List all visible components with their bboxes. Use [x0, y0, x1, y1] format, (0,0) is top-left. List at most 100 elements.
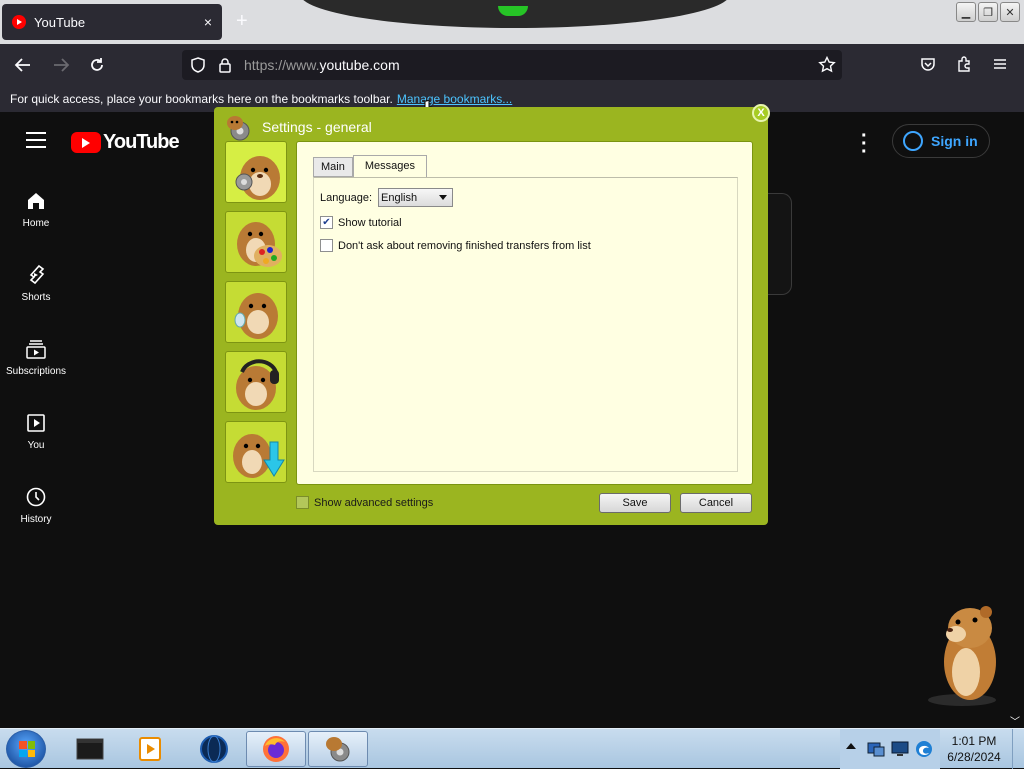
category-sidebar: [225, 141, 287, 491]
shorts-icon: [29, 264, 45, 285]
sign-in-label: Sign in: [931, 133, 978, 149]
taskbar-clock[interactable]: 1:01 PM 6/28/2024: [944, 733, 1004, 765]
minimize-button[interactable]: ▁: [956, 2, 976, 22]
sidebar-item-you[interactable]: You: [0, 412, 72, 451]
hamster-gear-icon: [235, 156, 280, 200]
pocket-icon[interactable]: [920, 56, 936, 72]
hamster-mascot[interactable]: [920, 600, 1010, 710]
back-arrow-icon[interactable]: [14, 56, 32, 74]
gear-hamster-app-icon: [326, 737, 350, 762]
language-select[interactable]: English: [378, 188, 453, 207]
category-general-tile[interactable]: [225, 141, 287, 203]
browser-tab-youtube[interactable]: YouTube ×: [2, 4, 222, 40]
settings-panel: Main Messages Language: English ✔ Show t…: [296, 141, 753, 485]
category-connection-tile[interactable]: [225, 281, 287, 343]
settings-dialog: Settings - general X Main Messages Langu…: [214, 104, 770, 525]
address-bar[interactable]: https://www.youtube.com: [182, 50, 842, 80]
tab-title: YouTube: [34, 14, 86, 30]
category-appearance-tile[interactable]: [225, 211, 287, 273]
youtube-logo[interactable]: YouTube: [71, 131, 180, 154]
sidebar-item-home[interactable]: Home: [0, 190, 72, 229]
taskbar-media-player[interactable]: [120, 731, 180, 767]
home-icon: [28, 193, 44, 209]
messages-tab-body: Language: English ✔ Show tutorial Don't …: [313, 177, 738, 472]
category-download-tile[interactable]: [225, 421, 287, 483]
sidebar-item-shorts[interactable]: Shorts: [0, 264, 72, 303]
monitor-icon[interactable]: [890, 739, 910, 759]
save-button[interactable]: Save: [599, 493, 671, 513]
sidebar-item-label: Home: [22, 218, 50, 229]
hamster-mouse-icon: [234, 293, 278, 339]
edge-icon[interactable]: [914, 739, 934, 759]
manage-bookmarks-link[interactable]: Manage bookmarks...: [397, 92, 512, 106]
url-prefix: https://www.: [244, 57, 320, 73]
hamster-palette-icon: [237, 222, 282, 267]
advanced-settings-checkbox[interactable]: [296, 496, 309, 509]
sidebar-item-label: You: [27, 440, 45, 451]
clock-time: 1:01 PM: [951, 734, 997, 748]
dont-ask-checkbox[interactable]: [320, 239, 333, 252]
category-sound-tile[interactable]: [225, 351, 287, 413]
shield-icon[interactable]: [190, 57, 206, 73]
taskbar-terminal[interactable]: [60, 731, 120, 767]
history-icon: [26, 487, 46, 507]
language-row: Language: English: [320, 188, 453, 207]
show-tutorial-checkbox[interactable]: ✔: [320, 216, 333, 229]
tab-messages[interactable]: Messages: [352, 155, 427, 178]
youtube-guide-menu-icon[interactable]: [26, 132, 46, 153]
windows-logo-icon: [19, 741, 35, 757]
tab-close-icon[interactable]: ×: [204, 14, 212, 30]
start-button[interactable]: [6, 730, 46, 768]
subscriptions-icon: [26, 340, 46, 359]
taskbar-globe-app[interactable]: [184, 731, 244, 767]
forward-arrow-icon[interactable]: [52, 56, 70, 74]
hamburger-menu-icon[interactable]: [992, 56, 1008, 72]
taskbar-firefox[interactable]: [246, 731, 306, 767]
close-window-button[interactable]: ✕: [1000, 2, 1020, 22]
scroll-down-icon[interactable]: ﹀: [1010, 713, 1020, 728]
cancel-button[interactable]: Cancel: [680, 493, 752, 513]
youtube-play-icon: [71, 132, 101, 153]
show-tutorial-label: Show tutorial: [338, 216, 402, 229]
new-tab-button[interactable]: +: [236, 10, 248, 33]
sidebar-item-label: Shorts: [21, 292, 51, 303]
youtube-logo-text: YouTube: [103, 131, 180, 153]
extensions-icon[interactable]: [956, 56, 972, 72]
sign-in-button[interactable]: Sign in: [892, 124, 990, 158]
firefox-icon: [263, 736, 289, 762]
url-text: https://www.youtube.com: [244, 57, 400, 73]
dropdown-arrow-icon: [439, 195, 447, 200]
restore-button[interactable]: ❐: [978, 2, 998, 22]
lock-icon[interactable]: [218, 57, 232, 73]
sidebar-item-label: History: [20, 514, 52, 525]
taskbar-settings-app[interactable]: [308, 731, 368, 767]
sidebar-item-label: Subscriptions: [5, 366, 67, 377]
settings-gear-hamster-icon: [227, 116, 250, 141]
sidebar-item-history[interactable]: History: [0, 486, 72, 525]
windows-taskbar: 1:01 PM 6/28/2024: [0, 728, 1024, 769]
window-controls: ▁ ❐ ✕: [956, 2, 1020, 22]
system-tray: [840, 729, 940, 769]
bookmark-star-icon[interactable]: [818, 56, 836, 74]
hamster-headphones-icon: [236, 359, 279, 410]
tab-main[interactable]: Main: [313, 157, 353, 177]
settings-tabs: Main Messages: [313, 155, 427, 178]
clock-date: 6/28/2024: [947, 750, 1001, 764]
reload-icon[interactable]: [88, 56, 106, 74]
language-value: English: [381, 191, 418, 204]
hamster-download-icon: [233, 434, 285, 478]
dialog-close-button[interactable]: X: [752, 104, 770, 122]
show-desktop-button[interactable]: [1012, 729, 1024, 769]
globe-app-icon: [200, 735, 228, 763]
you-icon: [27, 414, 45, 432]
network-status-icon[interactable]: [866, 739, 886, 759]
youtube-favicon-icon: [12, 15, 26, 29]
advanced-settings-row: Show advanced settings: [296, 496, 433, 509]
youtube-more-icon[interactable]: · · ·: [861, 126, 868, 162]
sidebar-item-subscriptions[interactable]: Subscriptions: [0, 338, 72, 377]
browser-navbar: https://www.youtube.com: [0, 44, 1024, 86]
bookmarks-hint: For quick access, place your bookmarks h…: [10, 92, 393, 106]
tray-expand-icon[interactable]: [846, 743, 856, 749]
media-player-icon: [139, 737, 161, 761]
dont-ask-row: Don't ask about removing finished transf…: [320, 239, 591, 252]
